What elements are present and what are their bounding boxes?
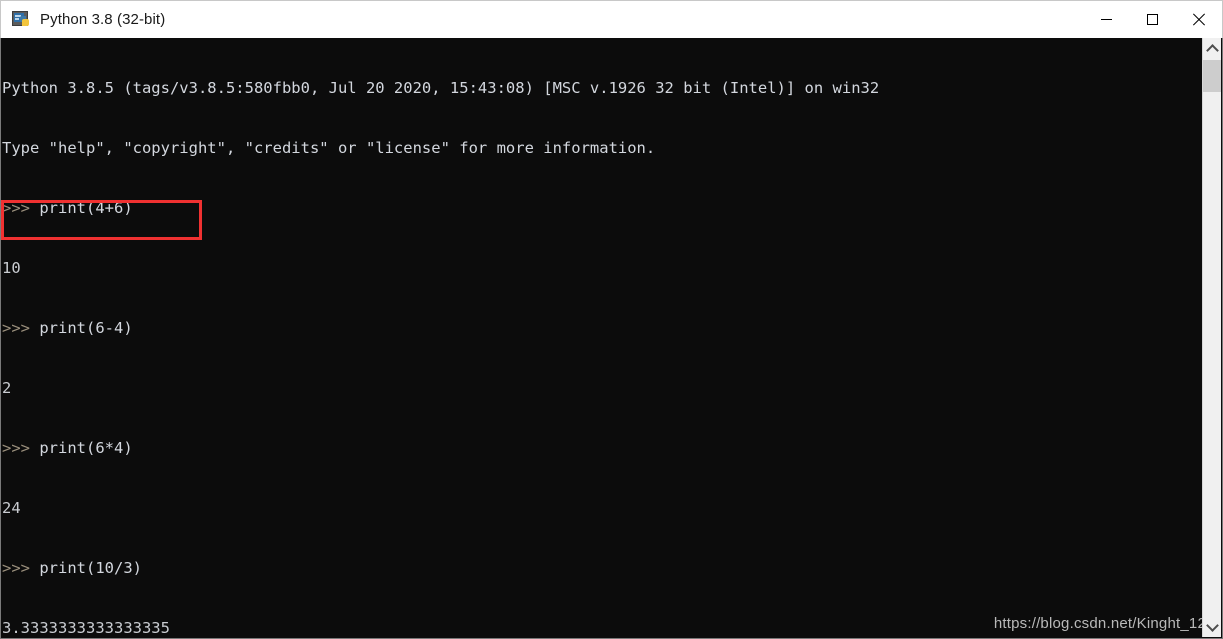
output-text: 10 bbox=[2, 259, 21, 277]
chevron-up-icon bbox=[1205, 43, 1219, 57]
scrollbar-thumb[interactable] bbox=[1203, 60, 1221, 92]
command-text: print(4+6) bbox=[39, 199, 133, 217]
console-line-highlighted: >>> print(10/3) bbox=[2, 558, 1197, 578]
vertical-scrollbar[interactable] bbox=[1202, 38, 1221, 637]
title-bar: Python 3.8 (32-bit) bbox=[0, 0, 1223, 38]
console-line: 10 bbox=[2, 258, 1197, 278]
console-line: 2 bbox=[2, 378, 1197, 398]
console-text: Python 3.8.5 (tags/v3.8.5:580fbb0, Jul 2… bbox=[2, 38, 1197, 638]
prompt-marker: >>> bbox=[2, 439, 40, 457]
maximize-button[interactable] bbox=[1129, 1, 1175, 38]
close-button[interactable] bbox=[1175, 1, 1221, 38]
chevron-down-icon bbox=[1205, 618, 1219, 632]
minimize-icon bbox=[1100, 19, 1112, 20]
python-console-icon bbox=[12, 11, 30, 28]
window-title: Python 3.8 (32-bit) bbox=[40, 11, 166, 28]
console-line: >>> print(6-4) bbox=[2, 318, 1197, 338]
banner-line-2: Type "help", "copyright", "credits" or "… bbox=[2, 139, 656, 157]
close-icon bbox=[1192, 13, 1205, 26]
output-text: 3.3333333333333335 bbox=[2, 619, 170, 637]
maximize-icon bbox=[1146, 14, 1158, 25]
watermark-url: https://blog.csdn.net/Kinght_12 bbox=[993, 615, 1206, 632]
console-line: >>> print(4+6) bbox=[2, 198, 1197, 218]
command-text: print(6-4) bbox=[39, 319, 133, 337]
prompt-marker: >>> bbox=[2, 199, 40, 217]
banner-line-1: Python 3.8.5 (tags/v3.8.5:580fbb0, Jul 2… bbox=[2, 79, 880, 97]
console-line: >>> print(6*4) bbox=[2, 438, 1197, 458]
command-text: print(6*4) bbox=[39, 439, 133, 457]
minimize-button[interactable] bbox=[1083, 1, 1129, 38]
console-line: Type "help", "copyright", "credits" or "… bbox=[2, 138, 1197, 158]
output-text: 24 bbox=[2, 499, 21, 517]
scroll-up-button[interactable] bbox=[1203, 38, 1221, 59]
scroll-down-button[interactable] bbox=[1203, 616, 1221, 637]
console-output-area[interactable]: Python 3.8.5 (tags/v3.8.5:580fbb0, Jul 2… bbox=[0, 38, 1223, 639]
prompt-marker: >>> bbox=[2, 319, 40, 337]
window-controls bbox=[1083, 1, 1221, 38]
python-console-window: Python 3.8 (32-bit) Python 3.8.5 (tags/v… bbox=[0, 0, 1223, 639]
prompt-marker: >>> bbox=[2, 559, 40, 577]
console-line: Python 3.8.5 (tags/v3.8.5:580fbb0, Jul 2… bbox=[2, 78, 1197, 98]
output-text: 2 bbox=[2, 379, 12, 397]
console-line: 24 bbox=[2, 498, 1197, 518]
command-text: print(10/3) bbox=[39, 559, 142, 577]
